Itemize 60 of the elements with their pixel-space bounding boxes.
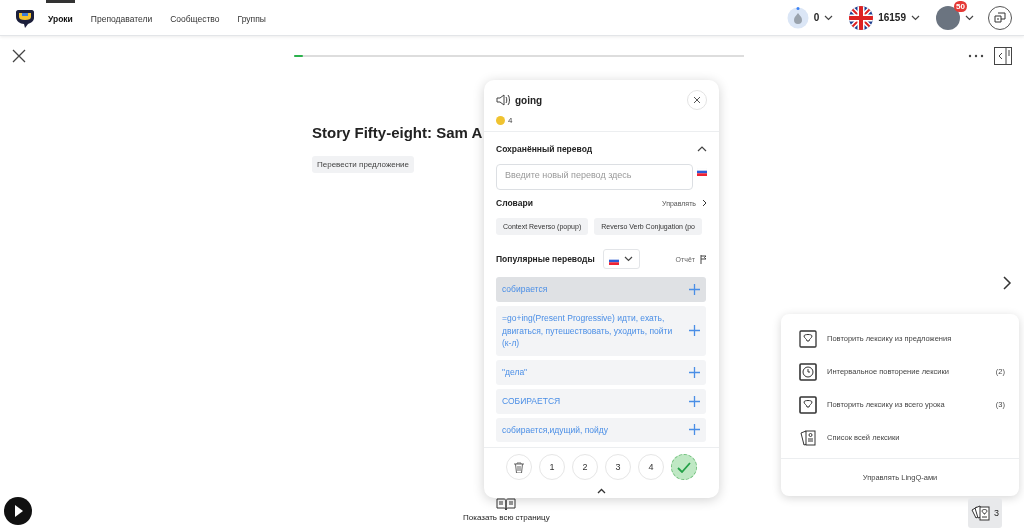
more-icon[interactable] xyxy=(968,54,984,58)
nav-tab[interactable]: Сообщество xyxy=(168,0,222,35)
language-dropdown[interactable] xyxy=(602,249,640,269)
flag-icon[interactable] xyxy=(849,5,874,30)
section-heading: Сохранённый перевод xyxy=(496,144,593,154)
chevron-down-icon xyxy=(824,14,834,21)
check-icon xyxy=(677,461,691,473)
speaker-icon[interactable] xyxy=(496,94,510,106)
word-term: going xyxy=(515,94,543,106)
close-icon xyxy=(693,96,701,104)
nav-tab[interactable]: Уроки xyxy=(46,0,75,35)
sidebar-toggle-icon[interactable] xyxy=(994,47,1012,65)
trash-icon xyxy=(514,461,524,473)
flag-icon xyxy=(700,254,707,264)
nav-tab[interactable]: Преподаватели xyxy=(88,0,155,35)
chevron-right-icon[interactable] xyxy=(1002,276,1012,290)
streak-icon[interactable] xyxy=(786,6,809,29)
translation-input[interactable]: Введите новый перевод здесь xyxy=(496,164,693,190)
chevron-down-icon xyxy=(965,14,974,21)
nav-tab[interactable]: Группы xyxy=(235,0,268,35)
translate-sentence-button[interactable]: Перевести предложение xyxy=(312,156,415,173)
play-icon[interactable] xyxy=(4,497,32,525)
lesson-title: Story Fifty-eight: Sam A xyxy=(312,124,484,141)
flashcards-count: 3 xyxy=(994,508,999,518)
plus-icon[interactable] xyxy=(689,366,700,378)
logo-icon[interactable] xyxy=(16,7,34,28)
cards-icon xyxy=(799,428,817,447)
known-button[interactable] xyxy=(671,454,697,480)
plus-icon[interactable] xyxy=(689,424,700,436)
switch-icon xyxy=(994,12,1006,23)
delete-button[interactable] xyxy=(506,454,532,480)
section-heading: Популярные переводы xyxy=(496,254,595,264)
chevron-up-icon[interactable] xyxy=(697,146,707,152)
plus-icon[interactable] xyxy=(689,283,700,295)
close-icon[interactable] xyxy=(12,49,26,63)
caret-up-icon[interactable] xyxy=(597,488,606,494)
chevron-down-icon xyxy=(911,14,920,21)
book-icon xyxy=(496,498,517,510)
notification-badge: 50 xyxy=(954,0,967,12)
close-button[interactable] xyxy=(687,90,707,110)
section-heading: Словари xyxy=(496,198,533,208)
coin-count: 4 xyxy=(508,116,513,125)
plus-icon[interactable] xyxy=(689,325,700,337)
level-button[interactable]: 4 xyxy=(638,454,664,480)
chevron-right-icon xyxy=(702,199,707,207)
plus-icon[interactable] xyxy=(689,395,700,407)
flag-icon xyxy=(697,168,707,176)
clock-icon xyxy=(799,362,817,381)
level-button[interactable]: 1 xyxy=(539,454,565,480)
flag-icon xyxy=(609,257,620,265)
coin-icon xyxy=(496,116,505,125)
chevron-down-icon xyxy=(624,256,634,262)
flashcards-button[interactable]: 3 xyxy=(968,498,1002,528)
cards-icon xyxy=(971,504,991,522)
show-full-page-button[interactable]: Показать всю страницу xyxy=(463,498,550,522)
known-words-count: 16159 xyxy=(878,12,906,23)
streak-count: 0 xyxy=(813,12,820,23)
level-button[interactable]: 3 xyxy=(605,454,631,480)
level-button[interactable]: 2 xyxy=(572,454,598,480)
switch-button[interactable] xyxy=(988,5,1012,30)
